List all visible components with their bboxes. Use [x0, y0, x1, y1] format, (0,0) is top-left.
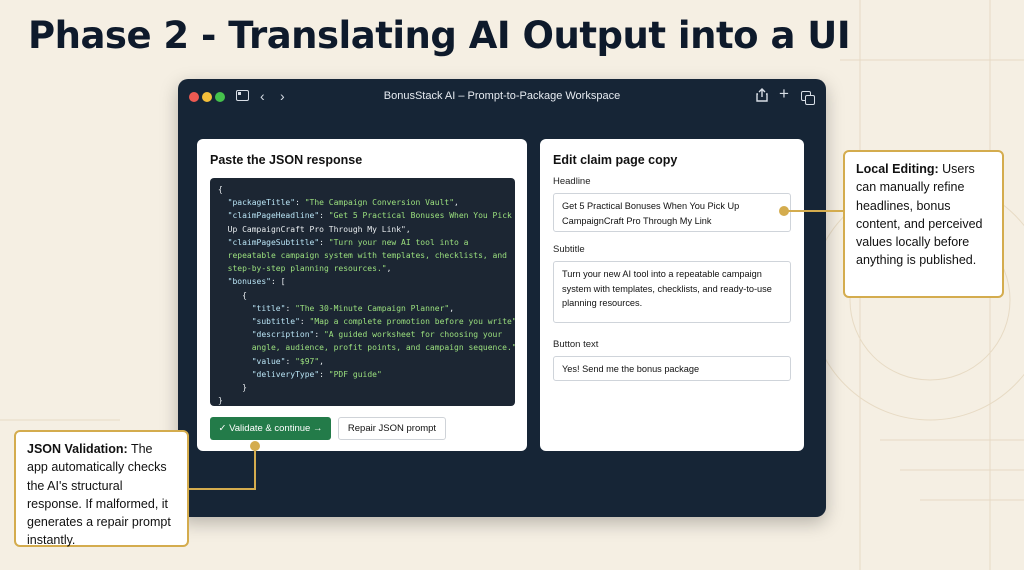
json-validation-callout: JSON Validation: The app automatically c…: [14, 430, 189, 547]
json-punct: {: [218, 185, 223, 194]
json-validation-heading: JSON Validation:: [27, 442, 128, 456]
json-punct: ,: [454, 198, 459, 208]
subtitle-field[interactable]: Turn your new AI tool into a repeatable …: [553, 261, 791, 323]
json-punct: ,: [319, 356, 324, 366]
json-punct: Up CampaignCraft Pro Through My Link": [218, 224, 406, 234]
json-validation-connector-vertical: [254, 448, 256, 489]
claim-panel-title: Edit claim page copy: [553, 153, 678, 167]
code-line: "claimPageSubtitle": "Turn your new AI t…: [218, 236, 507, 249]
code-line: repeatable campaign system with template…: [218, 249, 507, 262]
json-key: "claimPageHeadline": [218, 211, 320, 221]
json-key: "packageTitle": [218, 198, 296, 208]
json-punct: :: [319, 369, 329, 379]
headline-field[interactable]: Get 5 Practical Bonuses When You Pick Up…: [553, 193, 791, 232]
code-line: "packageTitle": "The Campaign Conversion…: [218, 196, 507, 209]
json-punct: ,: [449, 303, 455, 313]
json-key: "value": [218, 356, 286, 366]
code-line: "description": "A guided worksheet for c…: [218, 328, 507, 341]
code-line: {: [218, 183, 507, 196]
json-punct: :: [299, 317, 310, 327]
json-punct: :: [285, 303, 296, 313]
json-key: "claimPageSubtitle": [218, 237, 320, 247]
json-string: repeatable campaign system with template…: [218, 251, 507, 261]
json-string: "$97": [295, 356, 320, 366]
json-string: "A guided worksheet for choosing your: [323, 330, 503, 340]
subtitle-label: Subtitle: [553, 244, 585, 255]
json-string: angle, audience, profit points, and camp…: [218, 343, 515, 353]
json-punct: {: [218, 290, 247, 300]
window-titlebar: ‹ › BonusStack AI – Prompt-to-Package Wo…: [178, 79, 826, 115]
headline-label: Headline: [553, 176, 591, 187]
local-editing-body: Users can manually refine headlines, bon…: [856, 162, 983, 268]
json-punct: }: [218, 396, 223, 406]
json-input-panel: Paste the JSON response { "packageTitle"…: [197, 139, 527, 451]
json-key: "deliveryType": [218, 369, 320, 379]
json-string: "The Campaign Conversion Vault": [304, 198, 455, 208]
json-validation-connector-horizontal: [188, 488, 256, 490]
local-editing-callout: Local Editing: Users can manually refine…: [843, 150, 1004, 298]
local-editing-connector-line: [786, 210, 844, 212]
json-string: "PDF guide": [328, 369, 382, 379]
json-key: "description": [218, 330, 315, 340]
json-punct: }: [218, 383, 247, 393]
code-line: step-by-step planning resources.",: [218, 262, 507, 275]
json-punct: ,: [386, 264, 392, 274]
button-text-field[interactable]: Yes! Send me the bonus package: [553, 356, 791, 381]
code-line: Up CampaignCraft Pro Through My Link",: [218, 223, 507, 236]
claim-copy-panel: Edit claim page copy Headline Get 5 Prac…: [540, 139, 804, 451]
json-punct: :: [295, 198, 305, 208]
json-validation-body: The app automatically checks the AI's st…: [27, 442, 171, 548]
code-line: "deliveryType": "PDF guide": [218, 368, 507, 381]
json-string: "Get 5 Practical Bonuses When You Pick: [328, 211, 512, 221]
code-line: "value": "$97",: [218, 355, 507, 368]
json-string: "Turn your new AI tool into a: [328, 237, 469, 247]
json-punct: :: [319, 237, 329, 247]
button-text-label: Button text: [553, 339, 599, 350]
json-key: "subtitle": [218, 317, 300, 327]
json-string: "Map a complete promotion before you wri…: [309, 317, 515, 327]
json-punct: :: [319, 211, 329, 221]
tabs-overview-icon[interactable]: [801, 91, 815, 105]
code-line: "claimPageHeadline": "Get 5 Practical Bo…: [218, 209, 512, 222]
window-title: BonusStack AI – Prompt-to-Package Worksp…: [383, 90, 621, 102]
json-key: "bonuses": [218, 277, 271, 287]
local-editing-heading: Local Editing:: [856, 162, 939, 176]
json-punct: :: [314, 330, 324, 340]
validate-continue-button[interactable]: ✓ Validate & continue →: [210, 417, 331, 440]
code-line: "subtitle": "Map a complete promotion be…: [218, 315, 515, 328]
json-panel-title: Paste the JSON response: [210, 153, 363, 167]
json-key: "title": [218, 303, 286, 313]
json-string: step-by-step planning resources.": [218, 264, 387, 274]
code-line: {: [218, 289, 507, 302]
app-window: ‹ › BonusStack AI – Prompt-to-Package Wo…: [178, 79, 826, 517]
slide-title: Phase 2 - Translating AI Output into a U…: [28, 14, 851, 57]
share-icon[interactable]: [756, 88, 768, 105]
new-tab-plus-icon[interactable]: +: [779, 85, 789, 102]
json-code-editor[interactable]: { "packageTitle": "The Campaign Conversi…: [210, 178, 515, 406]
json-punct: : [: [270, 277, 286, 287]
json-punct: :: [285, 356, 296, 366]
code-line: }: [218, 394, 507, 406]
repair-json-prompt-button[interactable]: Repair JSON prompt: [338, 417, 446, 440]
json-string: "The 30-Minute Campaign Planner": [295, 303, 450, 313]
code-line: "title": "The 30-Minute Campaign Planner…: [218, 302, 507, 315]
code-line: angle, audience, profit points, and camp…: [218, 341, 515, 354]
json-punct: ,: [405, 224, 411, 234]
code-line: }: [218, 381, 507, 394]
code-line: "bonuses": [: [218, 275, 507, 288]
